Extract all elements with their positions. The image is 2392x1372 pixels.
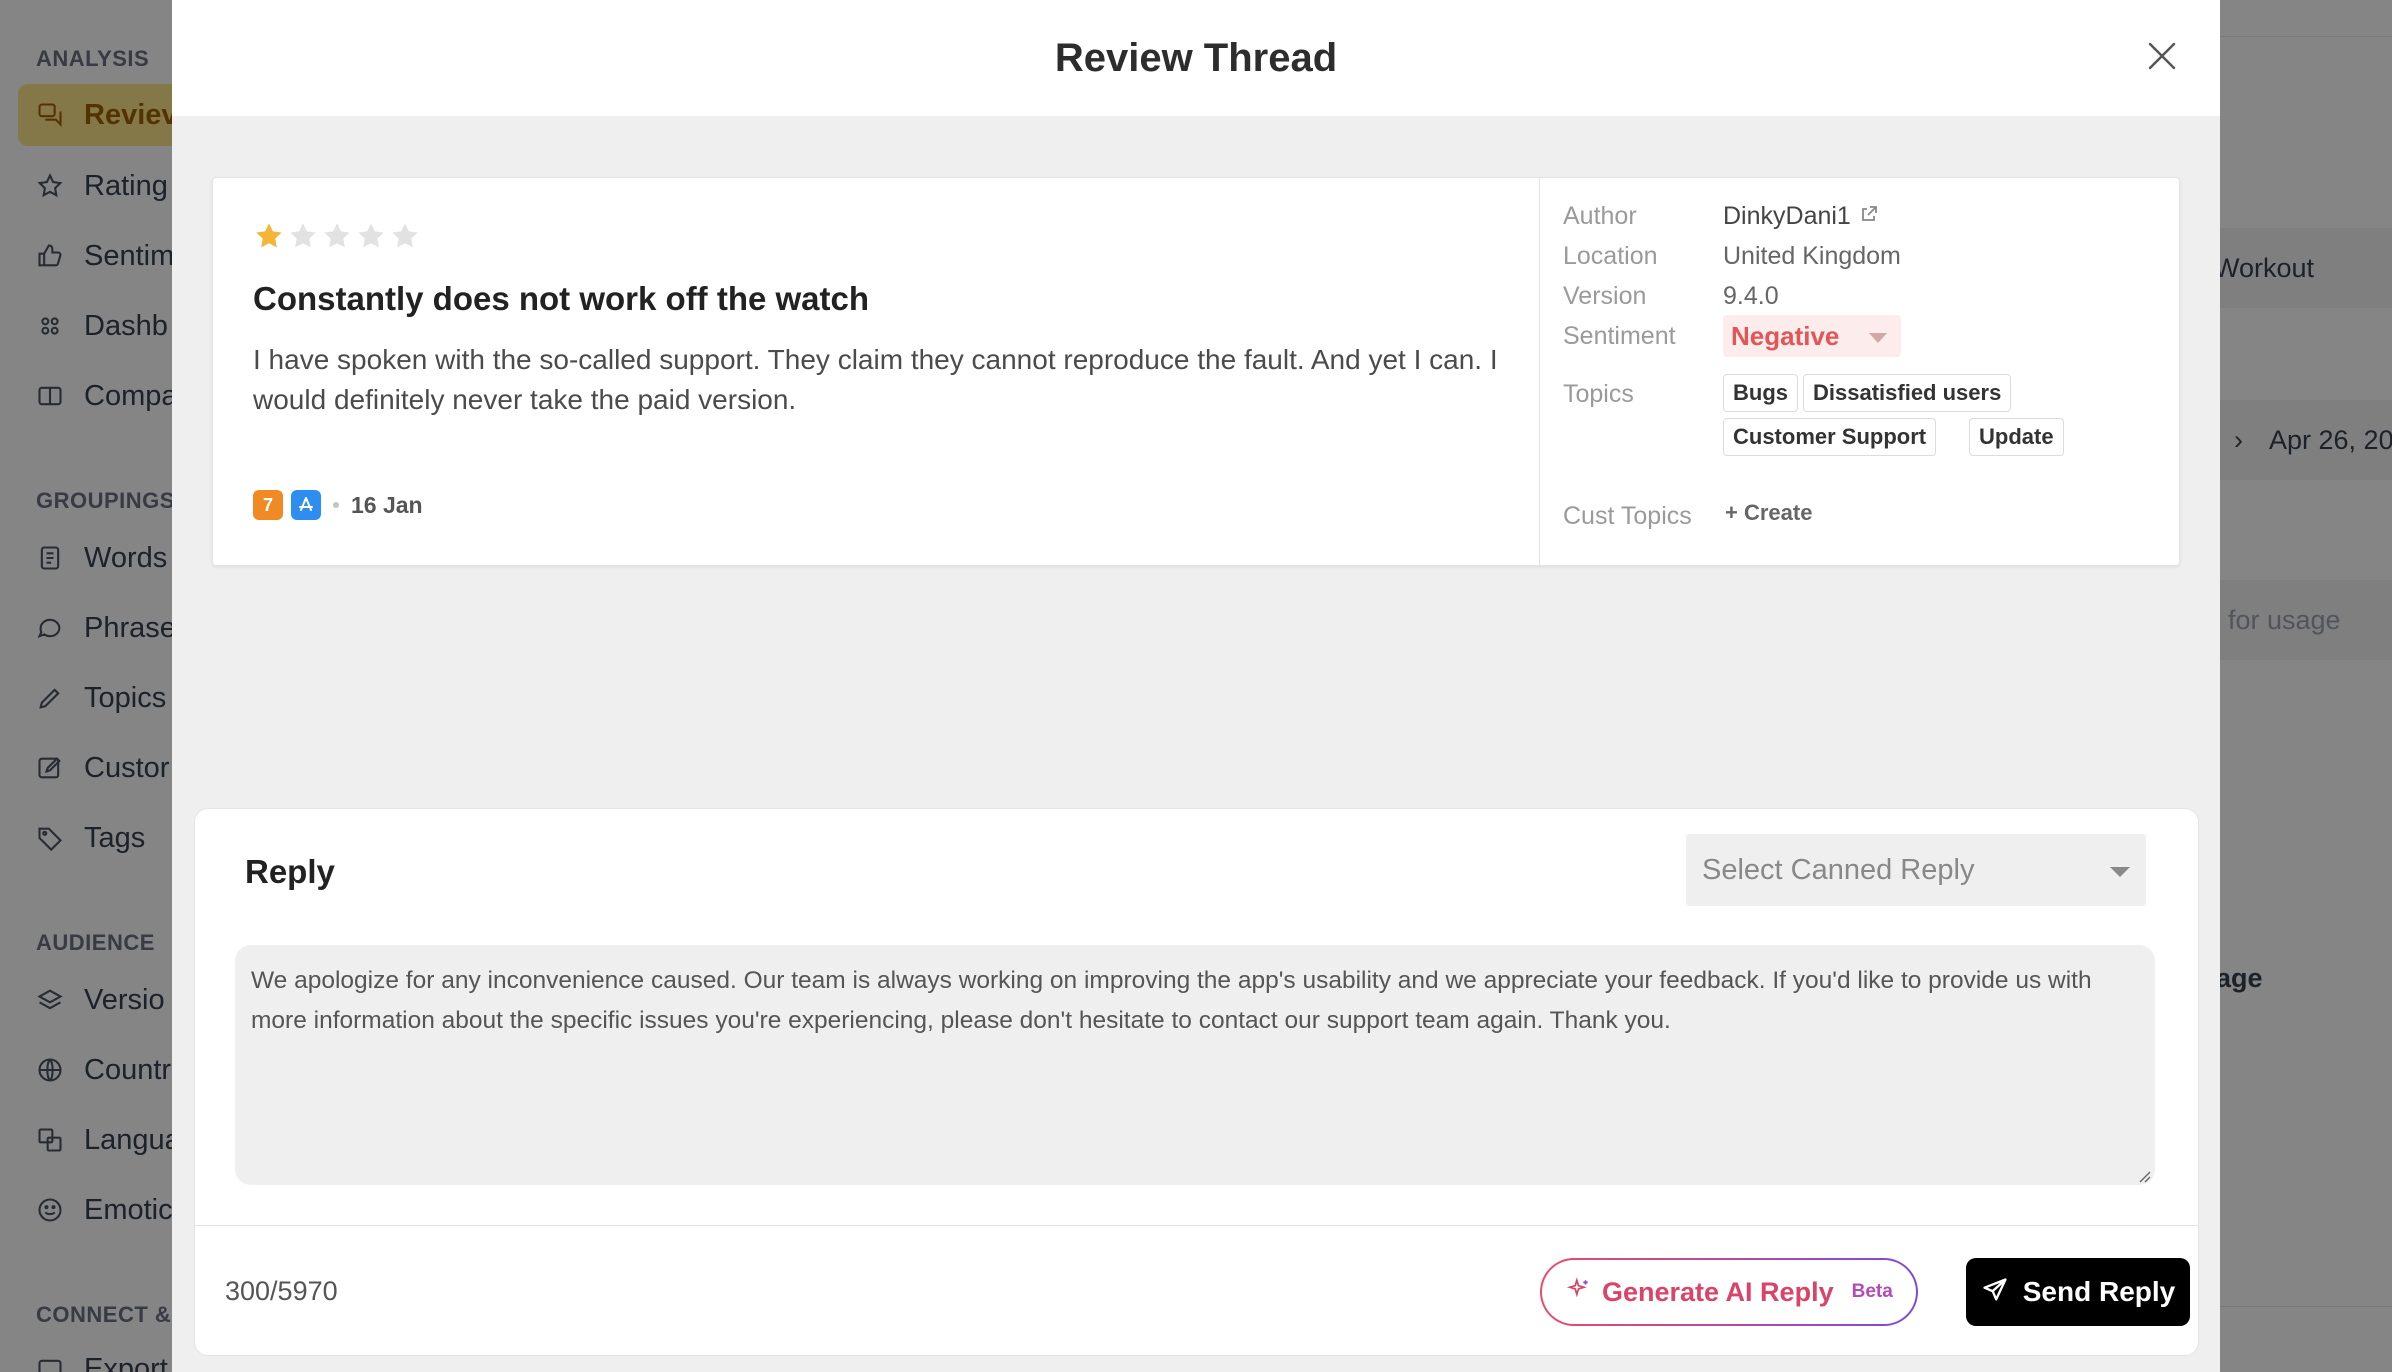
review-meta: 7 16 Jan bbox=[253, 490, 423, 520]
canned-reply-placeholder: Select Canned Reply bbox=[1702, 853, 1975, 886]
send-icon bbox=[1981, 1276, 2009, 1309]
topic-tag[interactable]: Dissatisfied users bbox=[1803, 374, 2012, 412]
review-details: Author DinkyDani1 Location United Kingdo… bbox=[1541, 178, 2179, 565]
star-empty-icon bbox=[358, 223, 384, 248]
canned-reply-select[interactable]: Select Canned Reply bbox=[1686, 834, 2146, 906]
sentiment-label: Sentiment bbox=[1563, 322, 1676, 350]
author-name: DinkyDani1 bbox=[1723, 202, 1851, 230]
send-reply-button[interactable]: Send Reply bbox=[1966, 1258, 2190, 1326]
version-label: Version bbox=[1563, 282, 1647, 310]
review-thread-modal: Review Thread Constantly does not work o… bbox=[172, 0, 2220, 1372]
topic-tag[interactable]: Customer Support bbox=[1723, 418, 1937, 456]
modal-title: Review Thread bbox=[1054, 35, 1338, 80]
close-icon[interactable] bbox=[2144, 38, 2180, 74]
review-body: I have spoken with the so-called support… bbox=[253, 344, 1498, 415]
separator-dot bbox=[333, 502, 339, 508]
chevron-down-icon bbox=[1869, 333, 1887, 343]
app-icon: 7 bbox=[253, 490, 283, 520]
external-link-icon[interactable] bbox=[1859, 202, 1879, 231]
char-count: 300/5970 bbox=[225, 1276, 338, 1306]
app-store-icon bbox=[291, 490, 321, 520]
star-filled-icon bbox=[256, 223, 282, 248]
send-reply-label: Send Reply bbox=[2022, 1276, 2176, 1307]
review-card: Constantly does not work off the watch I… bbox=[212, 177, 2180, 566]
location-label: Location bbox=[1563, 242, 1658, 270]
chevron-down-icon bbox=[2110, 867, 2130, 877]
version-value: 9.4.0 bbox=[1723, 282, 1779, 310]
topic-tag[interactable]: Update bbox=[1969, 418, 2064, 456]
location-value: United Kingdom bbox=[1723, 242, 1901, 270]
review-title: Constantly does not work off the watch bbox=[253, 280, 870, 317]
ai-reply-label: Generate AI Reply bbox=[1602, 1276, 1834, 1307]
resize-handle-icon[interactable] bbox=[2137, 1169, 2151, 1183]
topics-label: Topics bbox=[1563, 380, 1634, 408]
cust-topics-label: Cust Topics bbox=[1563, 502, 1692, 530]
author-value[interactable]: DinkyDani1 bbox=[1723, 202, 1879, 231]
star-empty-icon bbox=[324, 223, 350, 248]
divider bbox=[195, 1225, 2198, 1226]
star-rating bbox=[253, 220, 421, 252]
reply-panel: Reply Select Canned Reply 300/5970 Gener… bbox=[194, 808, 2199, 1356]
beta-badge: Beta bbox=[1851, 1281, 1893, 1302]
sentiment-select[interactable]: Negative bbox=[1723, 315, 1901, 357]
review-content: Constantly does not work off the watch I… bbox=[213, 178, 1540, 565]
reply-textarea[interactable] bbox=[235, 945, 2155, 1185]
modal-header: Review Thread bbox=[172, 0, 2220, 116]
reply-title: Reply bbox=[245, 853, 335, 890]
author-label: Author bbox=[1563, 202, 1637, 230]
generate-ai-reply-button[interactable]: Generate AI Reply Beta bbox=[1540, 1258, 1918, 1326]
sparkles-icon bbox=[1566, 1276, 1592, 1308]
create-topic-link[interactable]: + Create bbox=[1725, 500, 1812, 526]
star-empty-icon bbox=[392, 223, 418, 248]
sentiment-value: Negative bbox=[1731, 320, 1840, 351]
review-date: 16 Jan bbox=[351, 491, 423, 518]
topic-tag[interactable]: Bugs bbox=[1723, 374, 1798, 412]
star-empty-icon bbox=[290, 223, 316, 248]
